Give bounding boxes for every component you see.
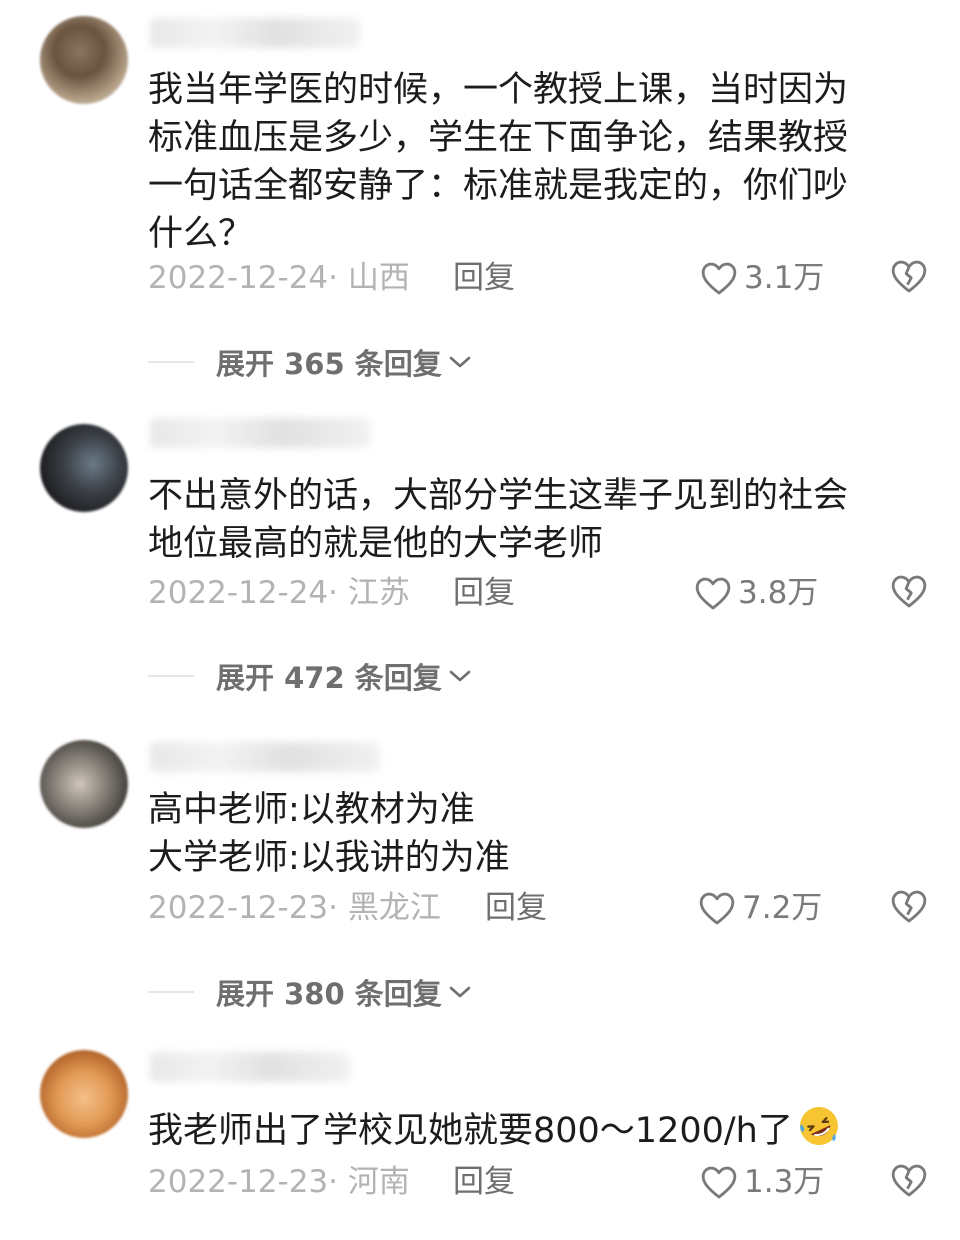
like-count: 3.1万: [744, 260, 825, 296]
like-button[interactable]: 3.8万: [694, 573, 818, 613]
chevron-down-icon: [449, 670, 471, 682]
broken-heart-icon: [891, 575, 927, 608]
username[interactable]: [150, 1052, 350, 1082]
like-button[interactable]: 3.1万: [700, 258, 824, 298]
comment-text: 我老师出了学校见她就要800～1200/h了: [148, 1104, 908, 1155]
avatar[interactable]: [40, 424, 128, 512]
comment-text: 我当年学医的时候，一个教授上课，当时因为 标准血压是多少，学生在下面争论，结果教…: [148, 70, 849, 254]
divider-line: [148, 675, 194, 677]
comment-date: 2022-12-23· 河南: [148, 1164, 410, 1200]
broken-heart-icon: [891, 1164, 927, 1197]
username[interactable]: [150, 18, 360, 48]
expand-replies-button[interactable]: 展开 365 条回复: [148, 342, 472, 382]
avatar[interactable]: [40, 1050, 128, 1138]
comment-date: 2022-12-24· 山西: [148, 260, 410, 296]
comment-text-content: 我老师出了学校见她就要800～1200/h了: [148, 1111, 793, 1151]
dislike-button[interactable]: [890, 258, 928, 298]
heart-outline-icon: [699, 892, 735, 925]
comment-meta: 2022-12-23· 黑龙江 回复 7.2万: [148, 888, 928, 928]
username[interactable]: [150, 418, 370, 448]
heart-outline-icon: [701, 262, 737, 295]
chevron-down-icon: [449, 356, 471, 368]
comment-date: 2022-12-23· 黑龙江: [148, 890, 441, 926]
chevron-down-icon: [449, 986, 471, 998]
heart-outline-icon: [701, 1166, 737, 1199]
comment-date: 2022-12-24· 江苏: [148, 575, 410, 611]
rolling-on-floor-laughing-emoji: [799, 1107, 838, 1145]
comment-meta: 2022-12-24· 山西 回复 3.1万: [148, 258, 928, 298]
comment-meta: 2022-12-23· 河南 回复 1.3万: [148, 1162, 928, 1202]
avatar[interactable]: [40, 16, 128, 104]
username[interactable]: [150, 742, 380, 772]
expand-replies-button[interactable]: 展开 380 条回复: [148, 972, 472, 1012]
expand-replies-label: 展开 365 条回复: [216, 347, 442, 381]
reply-button[interactable]: 回复: [453, 258, 515, 298]
dislike-button[interactable]: [890, 888, 928, 928]
like-button[interactable]: 1.3万: [700, 1162, 824, 1202]
broken-heart-icon: [891, 890, 927, 923]
reply-button[interactable]: 回复: [485, 888, 547, 928]
divider-line: [148, 361, 194, 363]
avatar[interactable]: [40, 740, 128, 828]
heart-outline-icon: [695, 577, 731, 610]
reply-button[interactable]: 回复: [453, 1162, 515, 1202]
expand-replies-label: 展开 472 条回复: [216, 661, 442, 695]
comment-text: 不出意外的话，大部分学生这辈子见到的社会 地位最高的就是他的大学老师: [148, 476, 849, 564]
broken-heart-icon: [891, 260, 927, 293]
like-count: 1.3万: [744, 1164, 825, 1200]
like-button[interactable]: 7.2万: [698, 888, 822, 928]
like-count: 3.8万: [738, 575, 819, 611]
divider-line: [148, 991, 194, 993]
expand-replies-button[interactable]: 展开 472 条回复: [148, 656, 472, 696]
like-count: 7.2万: [742, 890, 823, 926]
dislike-button[interactable]: [890, 573, 928, 613]
reply-button[interactable]: 回复: [453, 573, 515, 613]
dislike-button[interactable]: [890, 1162, 928, 1202]
expand-replies-label: 展开 380 条回复: [216, 977, 442, 1011]
comment-text: 高中老师:以教材为准 大学老师:以我讲的为准: [148, 790, 510, 878]
comment-meta: 2022-12-24· 江苏 回复 3.8万: [148, 573, 928, 613]
